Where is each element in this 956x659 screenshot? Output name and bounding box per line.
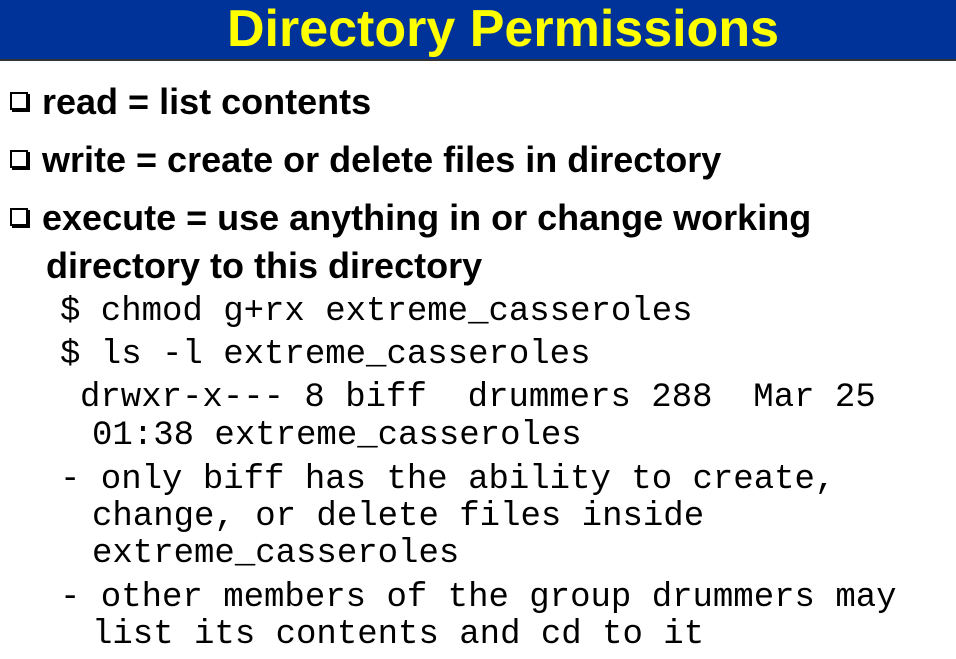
code-output: drwxr-x--- 8 biff drummers 288 Mar 25 — [80, 379, 876, 417]
note-line: - only biff has the ability to create, — [60, 461, 836, 499]
title-bar: Directory Permissions — [0, 0, 956, 61]
code-line: $ chmod g+rx extreme_casseroles — [60, 293, 693, 331]
bullet-write: write = create or delete files in direct… — [10, 140, 721, 180]
note-line: list its contents and cd to it — [92, 616, 705, 654]
note-line: - other members of the group drummers ma… — [60, 579, 897, 617]
bullet-text: execute = use anything in or change work… — [42, 197, 812, 238]
note-line: change, or delete files inside — [92, 498, 705, 536]
checkbox-bullet-icon — [10, 92, 28, 110]
checkbox-bullet-icon — [10, 208, 28, 226]
bullet-text: read = list contents — [42, 81, 372, 122]
bullet-text: write = create or delete files in direct… — [42, 139, 722, 180]
bullet-read: read = list contents — [10, 82, 371, 122]
checkbox-bullet-icon — [10, 150, 28, 168]
code-line: $ ls -l extreme_casseroles — [60, 336, 591, 374]
bullet-execute: execute = use anything in or change work… — [10, 198, 811, 238]
bullet-execute-continuation: directory to this directory — [46, 245, 483, 286]
slide-title: Directory Permissions — [226, 0, 780, 58]
code-output: 01:38 extreme_casseroles — [92, 417, 582, 455]
note-line: extreme_casseroles — [92, 535, 460, 573]
